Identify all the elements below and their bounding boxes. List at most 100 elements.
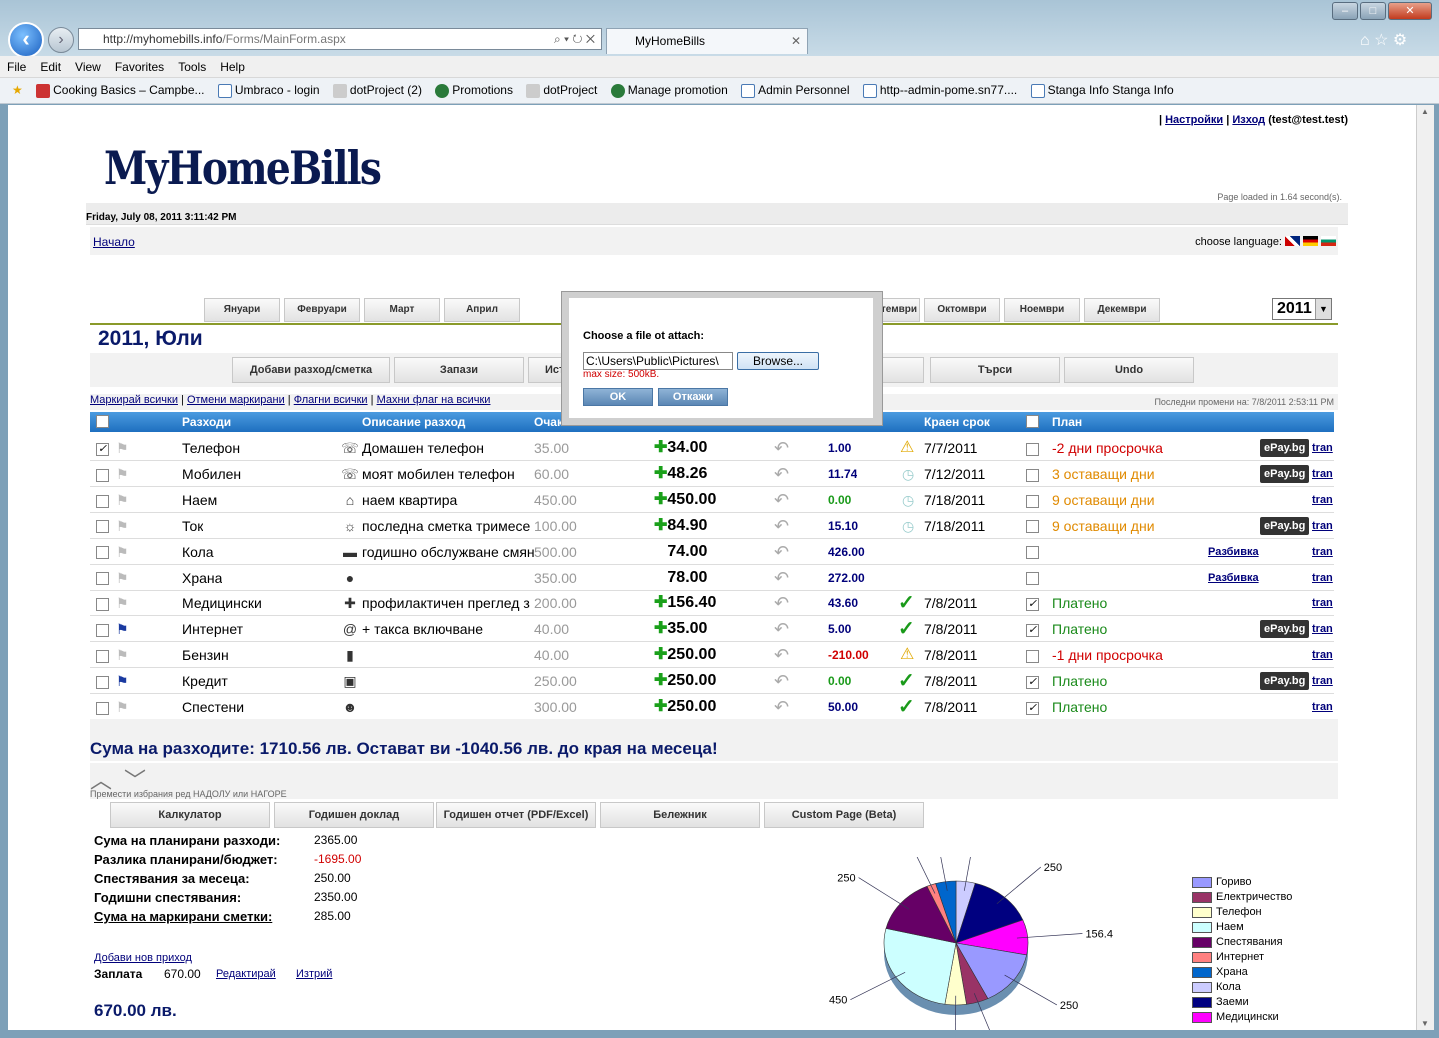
flag-icon[interactable]: ⚑ (116, 461, 129, 487)
tran-link[interactable]: tran (1312, 668, 1333, 694)
undo-payment-icon[interactable]: ↶ (774, 565, 789, 591)
row-checkbox[interactable] (96, 565, 109, 591)
file-path-input[interactable]: C:\Users\Public\Pictures\ (583, 352, 733, 370)
menu-favorites[interactable]: Favorites (108, 56, 171, 76)
undo-payment-icon[interactable]: ↶ (774, 668, 789, 694)
flag-bg-icon[interactable] (1321, 236, 1336, 246)
paid-checkbox[interactable] (1026, 435, 1039, 461)
fav-item[interactable]: Manage promotion (610, 78, 728, 102)
delete-income-link[interactable]: Изтрий (296, 968, 332, 980)
flag-de-icon[interactable] (1303, 236, 1318, 246)
fav-item[interactable]: Stanga Info Stanga Info (1030, 78, 1174, 102)
flag-icon[interactable]: ⚑ (116, 565, 129, 591)
tran-link[interactable]: tran (1312, 513, 1333, 539)
undo-payment-icon[interactable]: ↶ (774, 461, 789, 487)
flag-icon[interactable]: ⚑ (116, 694, 129, 720)
paid-checkbox[interactable]: ✓ (1026, 616, 1039, 642)
fav-item[interactable]: Cooking Basics – Campbe... (36, 78, 205, 102)
menu-edit[interactable]: Edit (33, 56, 68, 76)
fav-item[interactable]: dotProject (526, 78, 597, 102)
epay-button[interactable]: ePay.bg (1260, 464, 1310, 483)
forward-icon[interactable]: › (48, 27, 74, 53)
tab-month[interactable]: Октомври (924, 298, 1000, 322)
row-checkbox[interactable] (96, 487, 109, 513)
undo-payment-icon[interactable]: ↶ (774, 539, 789, 565)
tran-link[interactable]: tran (1312, 539, 1333, 565)
minimize-button[interactable]: – (1332, 2, 1358, 20)
flag-icon[interactable]: ⚑ (116, 668, 129, 694)
fav-item[interactable]: Umbraco - login (217, 78, 320, 102)
menu-help[interactable]: Help (213, 56, 252, 76)
paid-checkbox[interactable] (1026, 461, 1039, 487)
ok-button[interactable]: OK (583, 388, 653, 406)
row-checkbox[interactable] (96, 668, 109, 694)
fav-item[interactable]: dotProject (2) (332, 78, 422, 102)
undo-button[interactable]: Undo (1064, 357, 1194, 383)
paid-checkbox[interactable] (1026, 642, 1039, 668)
scroll-down-icon[interactable]: ▼ (1421, 1019, 1429, 1028)
flag-icon[interactable]: ⚑ (116, 590, 129, 616)
annual-report-button[interactable]: Годишен доклад (274, 802, 434, 828)
split-link[interactable]: Разбивка (1208, 539, 1259, 565)
mark-all-link[interactable]: Маркирай всички (90, 394, 178, 406)
tran-link[interactable]: tran (1312, 590, 1333, 616)
paid-checkbox[interactable] (1026, 565, 1039, 591)
close-window-button[interactable]: ✕ (1388, 2, 1432, 20)
cancel-button[interactable]: Откажи (658, 388, 728, 406)
row-checkbox[interactable] (96, 513, 109, 539)
undo-payment-icon[interactable]: ↶ (774, 435, 789, 461)
tran-link[interactable]: tran (1312, 435, 1333, 461)
tab-close-icon[interactable]: ✕ (791, 29, 801, 53)
row-checkbox[interactable] (96, 642, 109, 668)
fav-item[interactable]: Admin Personnel (741, 78, 850, 102)
menu-view[interactable]: View (68, 56, 108, 76)
split-link[interactable]: Разбивка (1208, 565, 1259, 591)
row-checkbox[interactable] (96, 539, 109, 565)
tab-month[interactable]: Февруари (284, 298, 360, 322)
paid-checkbox[interactable]: ✓ (1026, 590, 1039, 616)
tran-link[interactable]: tran (1312, 565, 1333, 591)
home-link[interactable]: Начало (93, 235, 135, 249)
chevron-down-icon[interactable]: ▼ (1315, 299, 1331, 319)
scroll-up-icon[interactable]: ▲ (1421, 107, 1429, 116)
calculator-button[interactable]: Калкулатор (110, 802, 270, 828)
favorites-star-icon[interactable]: ★ (12, 78, 23, 102)
remove-flags-link[interactable]: Махни флаг на всички (377, 394, 491, 406)
search-button[interactable]: Търси (930, 357, 1060, 383)
settings-link[interactable]: Настройки (1165, 114, 1223, 126)
fav-item[interactable]: http--admin-pome.sn77.... (862, 78, 1017, 102)
paid-checkbox[interactable]: ✓ (1026, 668, 1039, 694)
epay-button[interactable]: ePay.bg (1260, 672, 1310, 691)
row-checkbox[interactable] (96, 694, 109, 720)
undo-payment-icon[interactable]: ↶ (774, 642, 789, 668)
paid-checkbox[interactable] (1026, 487, 1039, 513)
row-checkbox[interactable] (96, 616, 109, 642)
tab-month[interactable]: Декември (1084, 298, 1160, 322)
flag-en-icon[interactable] (1285, 236, 1300, 246)
paid-checkbox[interactable] (1026, 539, 1039, 565)
menu-file[interactable]: File (0, 56, 33, 76)
edit-income-link[interactable]: Редактирай (216, 968, 276, 980)
save-button[interactable]: Запази (394, 357, 524, 383)
flag-icon[interactable]: ⚑ (116, 435, 129, 461)
year-select[interactable]: 2011 ▼ (1272, 298, 1332, 320)
flag-icon[interactable]: ⚑ (116, 487, 129, 513)
fav-item[interactable]: Promotions (435, 78, 513, 102)
select-all-checkbox[interactable] (96, 415, 109, 428)
flag-all-link[interactable]: Флагни всички (294, 394, 368, 406)
browse-button[interactable]: Browse... (737, 352, 819, 370)
undo-payment-icon[interactable]: ↶ (774, 487, 789, 513)
epay-button[interactable]: ePay.bg (1260, 516, 1310, 535)
undo-payment-icon[interactable]: ↶ (774, 694, 789, 720)
notebook-button[interactable]: Бележник (600, 802, 760, 828)
add-income-link[interactable]: Добави нов приход (94, 952, 192, 964)
row-checkbox[interactable] (96, 461, 109, 487)
menu-tools[interactable]: Tools (171, 56, 213, 76)
tran-link[interactable]: tran (1312, 642, 1333, 668)
flag-icon[interactable]: ⚑ (116, 616, 129, 642)
back-icon[interactable]: ‹ (8, 22, 44, 58)
annual-pdf-excel-button[interactable]: Годишен отчет (PDF/Excel) (436, 802, 596, 828)
home-star-gear-icons[interactable]: ⌂ ☆ ⚙ (1360, 30, 1407, 50)
unmark-link[interactable]: Отмени маркирани (187, 394, 285, 406)
flag-icon[interactable]: ⚑ (116, 513, 129, 539)
